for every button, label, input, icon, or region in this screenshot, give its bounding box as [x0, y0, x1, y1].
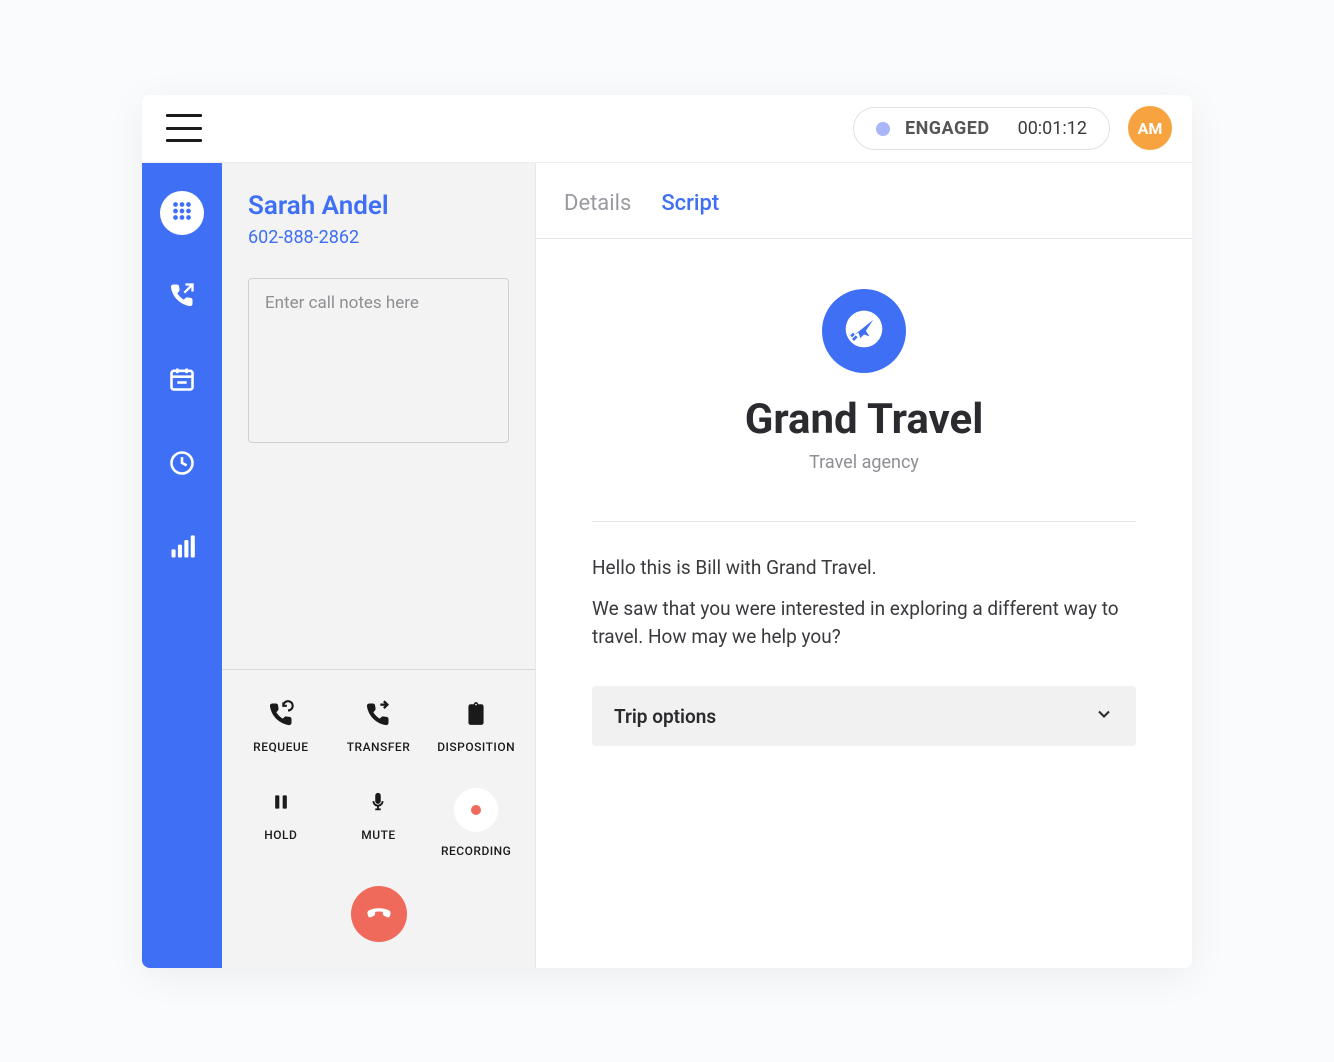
- org-type: Travel agency: [592, 452, 1136, 473]
- stats-icon: [168, 533, 196, 565]
- recording-icon: [454, 788, 498, 832]
- nav-outbound-call[interactable]: [160, 275, 204, 319]
- airplane-icon: [842, 307, 886, 355]
- nav-calendar[interactable]: [160, 359, 204, 403]
- org-logo: [822, 289, 906, 373]
- script-text: Hello this is Bill with Grand Travel. We…: [592, 554, 1136, 651]
- call-notes-input[interactable]: [248, 278, 509, 443]
- requeue-label: REQUEUE: [253, 740, 308, 754]
- disposition-button[interactable]: DISPOSITION: [427, 700, 525, 754]
- disposition-icon: [462, 700, 490, 728]
- recording-button[interactable]: RECORDING: [427, 788, 525, 858]
- transfer-label: TRANSFER: [347, 740, 411, 754]
- hangup-button[interactable]: [351, 886, 407, 942]
- contact-phone: 602-888-2862: [248, 227, 509, 248]
- hangup-icon: [364, 897, 394, 931]
- tab-script[interactable]: Script: [661, 191, 719, 220]
- requeue-button[interactable]: REQUEUE: [232, 700, 330, 754]
- hold-button[interactable]: HOLD: [232, 788, 330, 858]
- trip-options-dropdown[interactable]: Trip options: [592, 686, 1136, 746]
- mute-icon: [364, 788, 392, 816]
- mute-label: MUTE: [361, 828, 395, 842]
- requeue-icon: [267, 700, 295, 728]
- hold-label: HOLD: [264, 828, 297, 842]
- divider: [592, 521, 1136, 522]
- nav-dialpad[interactable]: [160, 191, 204, 235]
- hold-icon: [267, 788, 295, 816]
- call-timer: 00:01:12: [1018, 118, 1087, 139]
- dropdown-label: Trip options: [614, 705, 716, 728]
- calendar-icon: [168, 365, 196, 397]
- org-name: Grand Travel: [592, 395, 1136, 444]
- transfer-button[interactable]: TRANSFER: [330, 700, 428, 754]
- avatar[interactable]: AM: [1128, 106, 1172, 150]
- main-content: Details Script Grand Travel Travel agenc…: [536, 163, 1192, 968]
- transfer-icon: [364, 700, 392, 728]
- menu-button[interactable]: [166, 114, 202, 142]
- clock-icon: [168, 449, 196, 481]
- disposition-label: DISPOSITION: [437, 740, 515, 754]
- nav-rail: [142, 163, 222, 968]
- recording-label: RECORDING: [441, 844, 511, 858]
- contact-name: Sarah Andel: [248, 191, 509, 221]
- nav-stats[interactable]: [160, 527, 204, 571]
- status-dot-icon: [876, 122, 890, 136]
- status-pill[interactable]: ENGAGED 00:01:12: [853, 107, 1110, 150]
- chevron-down-icon: [1094, 704, 1114, 728]
- nav-history[interactable]: [160, 443, 204, 487]
- status-label: ENGAGED: [905, 118, 990, 139]
- dialpad-icon: [169, 198, 195, 228]
- outbound-call-icon: [168, 281, 196, 313]
- mute-button[interactable]: MUTE: [330, 788, 428, 858]
- script-line: Hello this is Bill with Grand Travel.: [592, 554, 1136, 582]
- tab-details[interactable]: Details: [564, 191, 631, 220]
- call-panel: Sarah Andel 602-888-2862 REQUEUE: [222, 163, 536, 968]
- script-line: We saw that you were interested in explo…: [592, 595, 1136, 650]
